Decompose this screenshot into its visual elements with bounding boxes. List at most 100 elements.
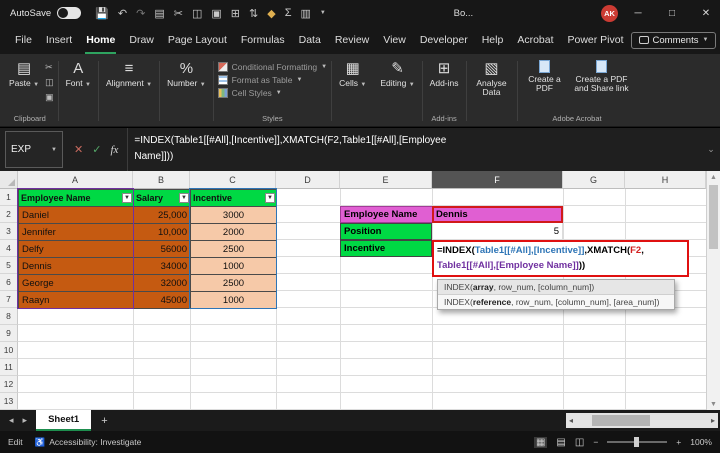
cell-B6[interactable]: 32000 — [134, 275, 191, 292]
save-icon[interactable]: 💾 — [95, 7, 109, 20]
chart-icon[interactable]: ▥ — [301, 7, 311, 20]
formula-input[interactable]: =INDEX(Table1[[#All],[Incentive]],XMATCH… — [128, 128, 702, 171]
cell-A5[interactable]: Dennis — [19, 258, 134, 275]
cell-C3[interactable]: 2000 — [191, 224, 277, 241]
comments-button[interactable]: Comments ▼ — [631, 32, 717, 49]
format-as-table-button[interactable]: Format as Table ▼ — [218, 75, 327, 85]
scroll-right-icon[interactable]: ▸ — [711, 416, 715, 425]
font-button[interactable]: A Font ▼ — [63, 56, 94, 90]
cell-C5[interactable]: 1000 — [191, 258, 277, 275]
cell-A3[interactable]: Jennifer — [19, 224, 134, 241]
fill-color-icon[interactable]: ◆ — [267, 7, 275, 20]
customize-qat-icon[interactable]: ▼ — [320, 10, 326, 16]
tab-home[interactable]: Home — [79, 26, 122, 54]
cell-F2[interactable]: Dennis — [432, 206, 563, 223]
editing-button[interactable]: ✎ Editing ▼ — [377, 56, 417, 90]
row-header-11[interactable]: 11 — [0, 359, 18, 376]
close-button[interactable]: ✕ — [692, 0, 720, 26]
maximize-button[interactable]: □ — [658, 0, 686, 26]
tab-draw[interactable]: Draw — [122, 26, 161, 54]
row-header-10[interactable]: 10 — [0, 342, 18, 359]
tab-view[interactable]: View — [376, 26, 413, 54]
filter-button[interactable]: ▼ — [122, 193, 132, 203]
filter-button[interactable]: ▼ — [179, 193, 189, 203]
col-header-G[interactable]: G — [563, 171, 625, 189]
minimize-button[interactable]: ─ — [624, 0, 652, 26]
insert-function-button[interactable]: fx — [110, 144, 118, 156]
tab-developer[interactable]: Developer — [413, 26, 475, 54]
cell-A1[interactable]: Employee Name ▼ — [19, 190, 134, 207]
cell-E3[interactable]: Position — [340, 223, 432, 240]
filter-button[interactable]: ▼ — [265, 193, 275, 203]
zoom-slider[interactable] — [607, 441, 667, 443]
enter-button[interactable]: ✓ — [92, 143, 101, 156]
horizontal-scrollbar[interactable]: ◂ ▸ — [566, 413, 718, 428]
cell-C7[interactable]: 1000 — [191, 292, 277, 309]
col-header-D[interactable]: D — [276, 171, 340, 189]
create-pdf-share-button[interactable]: Create a PDF and Share link — [571, 56, 633, 93]
scroll-up-icon[interactable]: ▲ — [707, 171, 720, 183]
tab-power-pivot[interactable]: Power Pivot — [561, 26, 631, 54]
cell-F3[interactable]: 5 — [432, 223, 563, 240]
row-header-6[interactable]: 6 — [0, 274, 18, 291]
tab-insert[interactable]: Insert — [39, 26, 79, 54]
name-box[interactable]: EXP ▼ — [5, 131, 63, 168]
normal-view-button[interactable]: ▦ — [534, 437, 547, 448]
copy-icon[interactable]: ◫ — [192, 7, 202, 20]
cell-A6[interactable]: George — [19, 275, 134, 292]
addins-button[interactable]: ⊞ Add-ins — [427, 56, 462, 88]
col-header-F[interactable]: F — [432, 171, 563, 189]
format-painter-icon[interactable]: ▣ — [45, 92, 54, 103]
vertical-scrollbar[interactable]: ▲ ▼ — [706, 171, 720, 410]
col-header-H[interactable]: H — [625, 171, 706, 189]
create-pdf-button[interactable]: Create a PDF — [522, 56, 568, 93]
zoom-level[interactable]: 100% — [690, 437, 712, 447]
name-box-dropdown-icon[interactable]: ▼ — [51, 147, 57, 153]
cell-A4[interactable]: Delfy — [19, 241, 134, 258]
cell-A7[interactable]: Raayn — [19, 292, 134, 309]
cell-C1[interactable]: Incentive ▼ — [191, 190, 277, 207]
row-header-12[interactable]: 12 — [0, 376, 18, 393]
col-header-E[interactable]: E — [340, 171, 432, 189]
vertical-scrollbar-thumb[interactable] — [709, 185, 718, 249]
cell-B1[interactable]: Salary ▼ — [134, 190, 191, 207]
cell-styles-button[interactable]: Cell Styles ▼ — [218, 88, 327, 98]
select-all-button[interactable] — [0, 171, 18, 189]
clipboard-icon[interactable]: ▤ — [154, 7, 164, 20]
horizontal-scrollbar-thumb[interactable] — [592, 415, 650, 426]
copy-icon[interactable]: ◫ — [45, 77, 54, 88]
cell-B7[interactable]: 45000 — [134, 292, 191, 309]
row-header-5[interactable]: 5 — [0, 257, 18, 274]
tab-help[interactable]: Help — [475, 26, 511, 54]
cancel-button[interactable]: ✕ — [74, 143, 83, 156]
zoom-out-button[interactable]: − — [593, 437, 598, 447]
cut-icon[interactable]: ✂ — [45, 62, 54, 73]
tab-page-layout[interactable]: Page Layout — [161, 26, 234, 54]
cell-B4[interactable]: 56000 — [134, 241, 191, 258]
cell-E2[interactable]: Employee Name — [340, 206, 432, 223]
paste-button[interactable]: ▤ Paste ▼ — [6, 56, 42, 90]
cell-C4[interactable]: 2500 — [191, 241, 277, 258]
accessibility-status[interactable]: ♿ Accessibility: Investigate — [35, 437, 142, 448]
row-header-1[interactable]: 1 — [0, 189, 18, 206]
col-header-A[interactable]: A — [18, 171, 133, 189]
row-header-8[interactable]: 8 — [0, 308, 18, 325]
cell-B3[interactable]: 10,000 — [134, 224, 191, 241]
redo-icon[interactable]: ↷ — [136, 7, 145, 20]
analyse-data-button[interactable]: ▧ Analyse Data — [471, 56, 513, 97]
conditional-formatting-button[interactable]: Conditional Formatting ▼ — [218, 62, 327, 72]
cell-A2[interactable]: Daniel — [19, 207, 134, 224]
col-header-C[interactable]: C — [190, 171, 276, 189]
formula-bar-expand-icon[interactable]: ⌄ — [702, 128, 720, 171]
cells-button[interactable]: ▦ Cells ▼ — [336, 56, 369, 90]
format-painter-icon[interactable]: ▣ — [211, 7, 221, 20]
cell-C6[interactable]: 2500 — [191, 275, 277, 292]
row-header-7[interactable]: 7 — [0, 291, 18, 308]
undo-icon[interactable]: ↶ — [118, 7, 127, 20]
col-header-B[interactable]: B — [133, 171, 190, 189]
sort-icon[interactable]: ⇅ — [249, 7, 258, 20]
sheet-nav-left-icon[interactable]: ◂ — [9, 415, 14, 426]
tab-acrobat[interactable]: Acrobat — [510, 26, 560, 54]
row-header-13[interactable]: 13 — [0, 393, 18, 410]
tab-data[interactable]: Data — [292, 26, 328, 54]
